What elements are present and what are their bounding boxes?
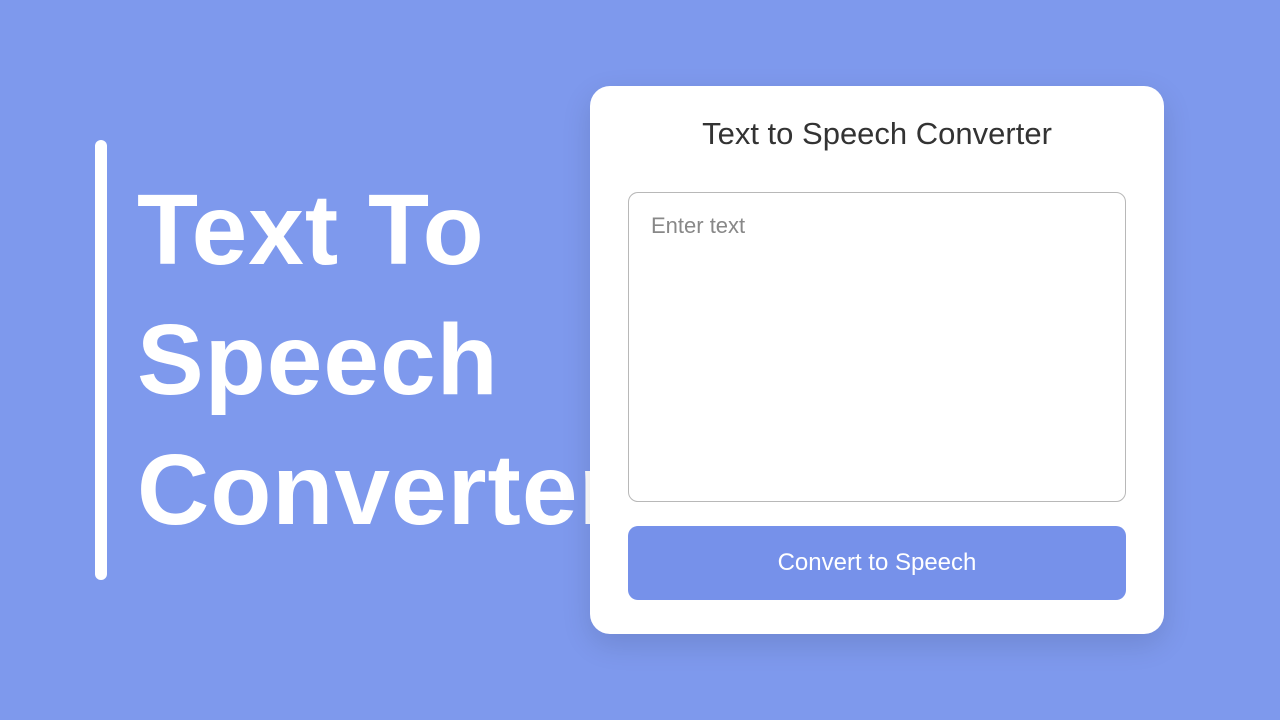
hero-title: Text To Speech Converter <box>137 165 618 555</box>
hero-accent-bar <box>95 140 107 580</box>
hero-title-line-3: Converter <box>137 434 618 546</box>
hero-title-line-1: Text To <box>137 174 485 286</box>
hero-section: Text To Speech Converter <box>95 140 618 580</box>
text-input[interactable] <box>628 192 1126 502</box>
convert-to-speech-button[interactable]: Convert to Speech <box>628 526 1126 600</box>
hero-title-line-2: Speech <box>137 304 499 416</box>
card-title: Text to Speech Converter <box>628 116 1126 152</box>
converter-card: Text to Speech Converter Convert to Spee… <box>590 86 1164 634</box>
